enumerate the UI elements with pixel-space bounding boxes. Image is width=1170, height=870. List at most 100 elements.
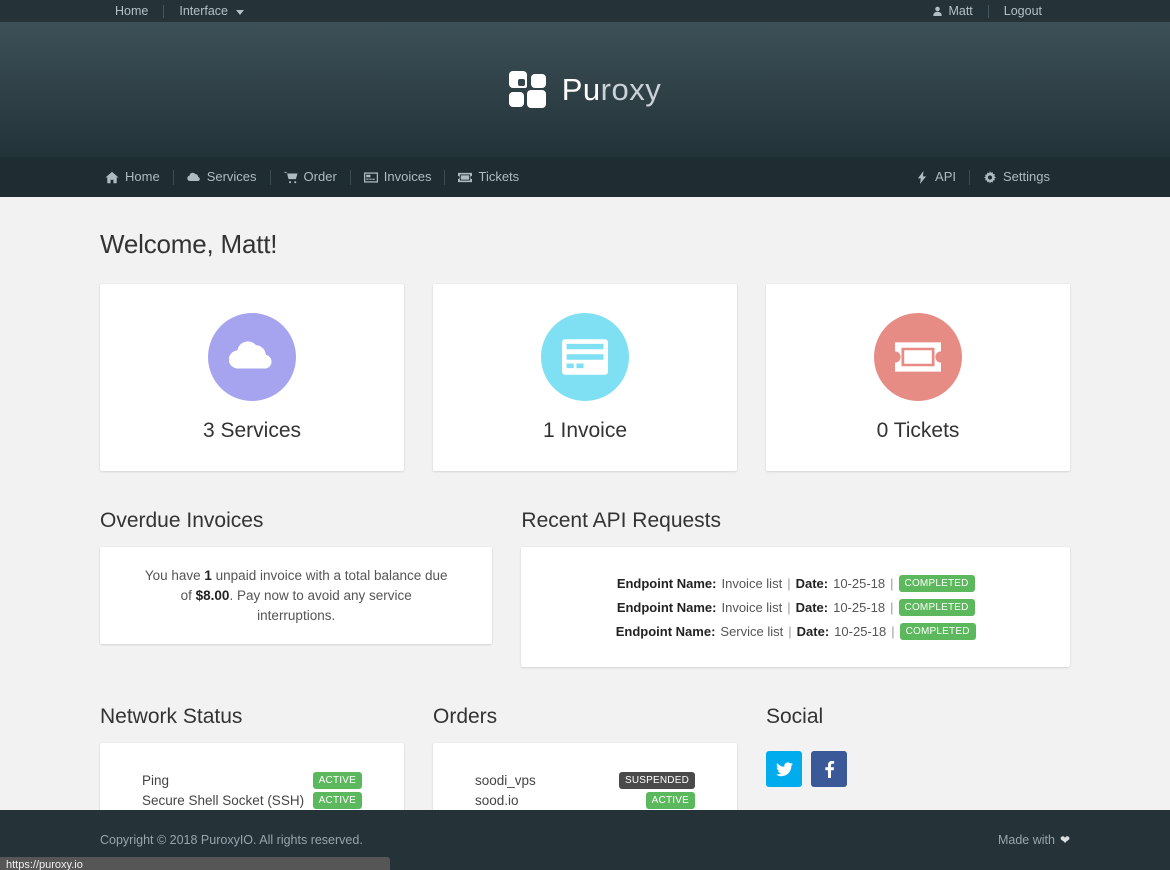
api-request-row: Endpoint Name: Service list | Date: 10-2…: [616, 621, 976, 642]
list-item[interactable]: soodi_vps SUSPENDED: [475, 770, 695, 790]
topbar-link-home[interactable]: Home: [100, 0, 163, 22]
page-root: Home Interface Matt Logout Puroxy Home S…: [0, 0, 1170, 870]
topbar-username: Matt: [948, 4, 973, 18]
api-endpoint-label: Endpoint Name:: [615, 623, 716, 639]
topbar-user-menu[interactable]: Matt: [917, 0, 987, 22]
nav-item-settings[interactable]: Settings: [970, 157, 1063, 197]
topbar-link-logout[interactable]: Logout: [989, 0, 1057, 22]
status-badge: COMPLETED: [898, 574, 975, 592]
home-icon: [105, 171, 119, 183]
main-content: Welcome, Matt! 3 Services 1 Invoice 0 Ti…: [0, 197, 1170, 863]
nav-home-label: Home: [125, 169, 160, 184]
api-date-value: 10-25-18: [834, 623, 887, 639]
api-endpoint-value: Invoice list: [721, 575, 783, 591]
overdue-text-3: . Pay now to avoid any service interrupt…: [229, 587, 412, 623]
status-badge: ACTIVE: [312, 771, 362, 789]
browser-status-url: https://puroxy.io: [0, 857, 390, 870]
network-service-name: Secure Shell Socket (SSH): [142, 792, 305, 808]
list-item[interactable]: Secure Shell Socket (SSH) ACTIVE: [142, 790, 362, 810]
puroxy-logo-icon: [508, 70, 549, 109]
stat-card-services[interactable]: 3 Services: [100, 284, 404, 471]
status-badge: ACTIVE: [312, 791, 362, 809]
recent-api-requests-heading: Recent API Requests: [521, 509, 722, 532]
page-title: Welcome, Matt!: [100, 229, 278, 259]
cart-icon: [284, 171, 298, 183]
site-logo[interactable]: Puroxy: [508, 70, 662, 109]
stat-card-invoices[interactable]: 1 Invoice: [433, 284, 737, 471]
main-nav-left: Home Services Order Invoices Tickets: [100, 157, 532, 197]
footer-made-with: Made with ❤: [998, 833, 1070, 847]
api-row-separator-2: |: [890, 575, 894, 591]
credit-card-icon: [562, 338, 608, 375]
facebook-icon: [824, 760, 834, 778]
nav-order-label: Order: [303, 169, 337, 184]
api-row-separator-2: |: [890, 599, 894, 615]
nav-services-label: Services: [206, 169, 257, 184]
nav-settings-label: Settings: [1003, 169, 1050, 184]
orders-heading: Orders: [433, 705, 498, 728]
overdue-text-1: You have: [144, 567, 205, 583]
api-date-label: Date:: [795, 575, 829, 591]
top-utility-bar: Home Interface Matt Logout: [0, 0, 1170, 22]
api-row-separator-2: |: [891, 623, 895, 639]
social-heading: Social: [766, 705, 824, 728]
api-date-value: 10-25-18: [833, 575, 886, 591]
overdue-amount: $8.00: [195, 587, 230, 603]
nav-item-tickets[interactable]: Tickets: [445, 157, 532, 197]
api-endpoint-value: Service list: [720, 623, 784, 639]
invoice-icon: [363, 171, 378, 183]
chevron-down-icon: [235, 9, 244, 15]
logo-wordmark: Puroxy: [562, 72, 662, 108]
topbar-interface-label: Interface: [179, 4, 228, 18]
heart-icon: ❤: [1059, 833, 1070, 847]
main-navigation: Home Services Order Invoices Tickets API…: [0, 157, 1170, 197]
api-endpoint-value: Invoice list: [721, 599, 783, 615]
nav-item-home[interactable]: Home: [100, 157, 173, 197]
nav-api-label: API: [935, 169, 957, 184]
api-date-label: Date:: [796, 623, 830, 639]
stat-icon-circle-services: [208, 312, 296, 401]
list-item[interactable]: Ping ACTIVE: [142, 770, 362, 790]
status-badge: COMPLETED: [899, 622, 976, 640]
main-nav-right: API Settings: [910, 157, 1063, 197]
social-buttons: [766, 743, 1070, 787]
overdue-invoices-panel: You have 1 unpaid invoice with a total b…: [100, 547, 493, 644]
topbar-home-label: Home: [115, 4, 149, 18]
list-item[interactable]: sood.io ACTIVE: [475, 790, 695, 810]
topbar-left-group: Home Interface: [100, 0, 259, 22]
recent-api-requests-panel: Endpoint Name: Invoice list | Date: 10-2…: [521, 547, 1070, 667]
topbar-logout-label: Logout: [1003, 4, 1042, 18]
user-icon: [933, 6, 943, 16]
stat-card-tickets[interactable]: 0 Tickets: [766, 284, 1070, 471]
nav-invoices-label: Invoices: [383, 169, 432, 184]
stat-icon-circle-invoices: [541, 312, 629, 401]
nav-item-order[interactable]: Order: [271, 157, 350, 197]
api-request-row: Endpoint Name: Invoice list | Date: 10-2…: [617, 573, 975, 594]
social-button-facebook[interactable]: [811, 751, 847, 787]
cloud-icon: [187, 172, 200, 181]
api-row-separator: |: [787, 599, 791, 615]
social-button-twitter[interactable]: [766, 751, 802, 787]
overdue-invoices-section: Overdue Invoices You have 1 unpaid invoi…: [100, 471, 493, 667]
order-name: sood.io: [475, 792, 519, 808]
topbar-right-group: Matt Logout: [917, 0, 1057, 22]
footer-made-with-label: Made with: [997, 833, 1055, 847]
overdue-invoices-message: You have 1 unpaid invoice with a total b…: [140, 566, 452, 626]
topbar-link-interface[interactable]: Interface: [164, 0, 259, 22]
api-date-value: 10-25-18: [833, 599, 886, 615]
api-row-separator: |: [788, 623, 792, 639]
stat-label-invoices: 1 Invoice: [542, 418, 628, 442]
status-badge: ACTIVE: [645, 791, 695, 809]
nav-item-invoices[interactable]: Invoices: [351, 157, 445, 197]
nav-item-services[interactable]: Services: [174, 157, 270, 197]
nav-tickets-label: Tickets: [478, 169, 520, 184]
order-name: soodi_vps: [475, 772, 536, 788]
stat-icon-circle-tickets: [874, 312, 962, 401]
gear-icon: [984, 170, 997, 184]
status-badge: SUSPENDED: [618, 771, 695, 789]
status-badge: COMPLETED: [898, 598, 975, 616]
nav-item-api[interactable]: API: [910, 157, 969, 197]
footer-copyright: Copyright © 2018 PuroxyIO. All rights re…: [100, 833, 363, 847]
network-status-heading: Network Status: [100, 705, 243, 728]
bolt-icon: [917, 170, 927, 184]
